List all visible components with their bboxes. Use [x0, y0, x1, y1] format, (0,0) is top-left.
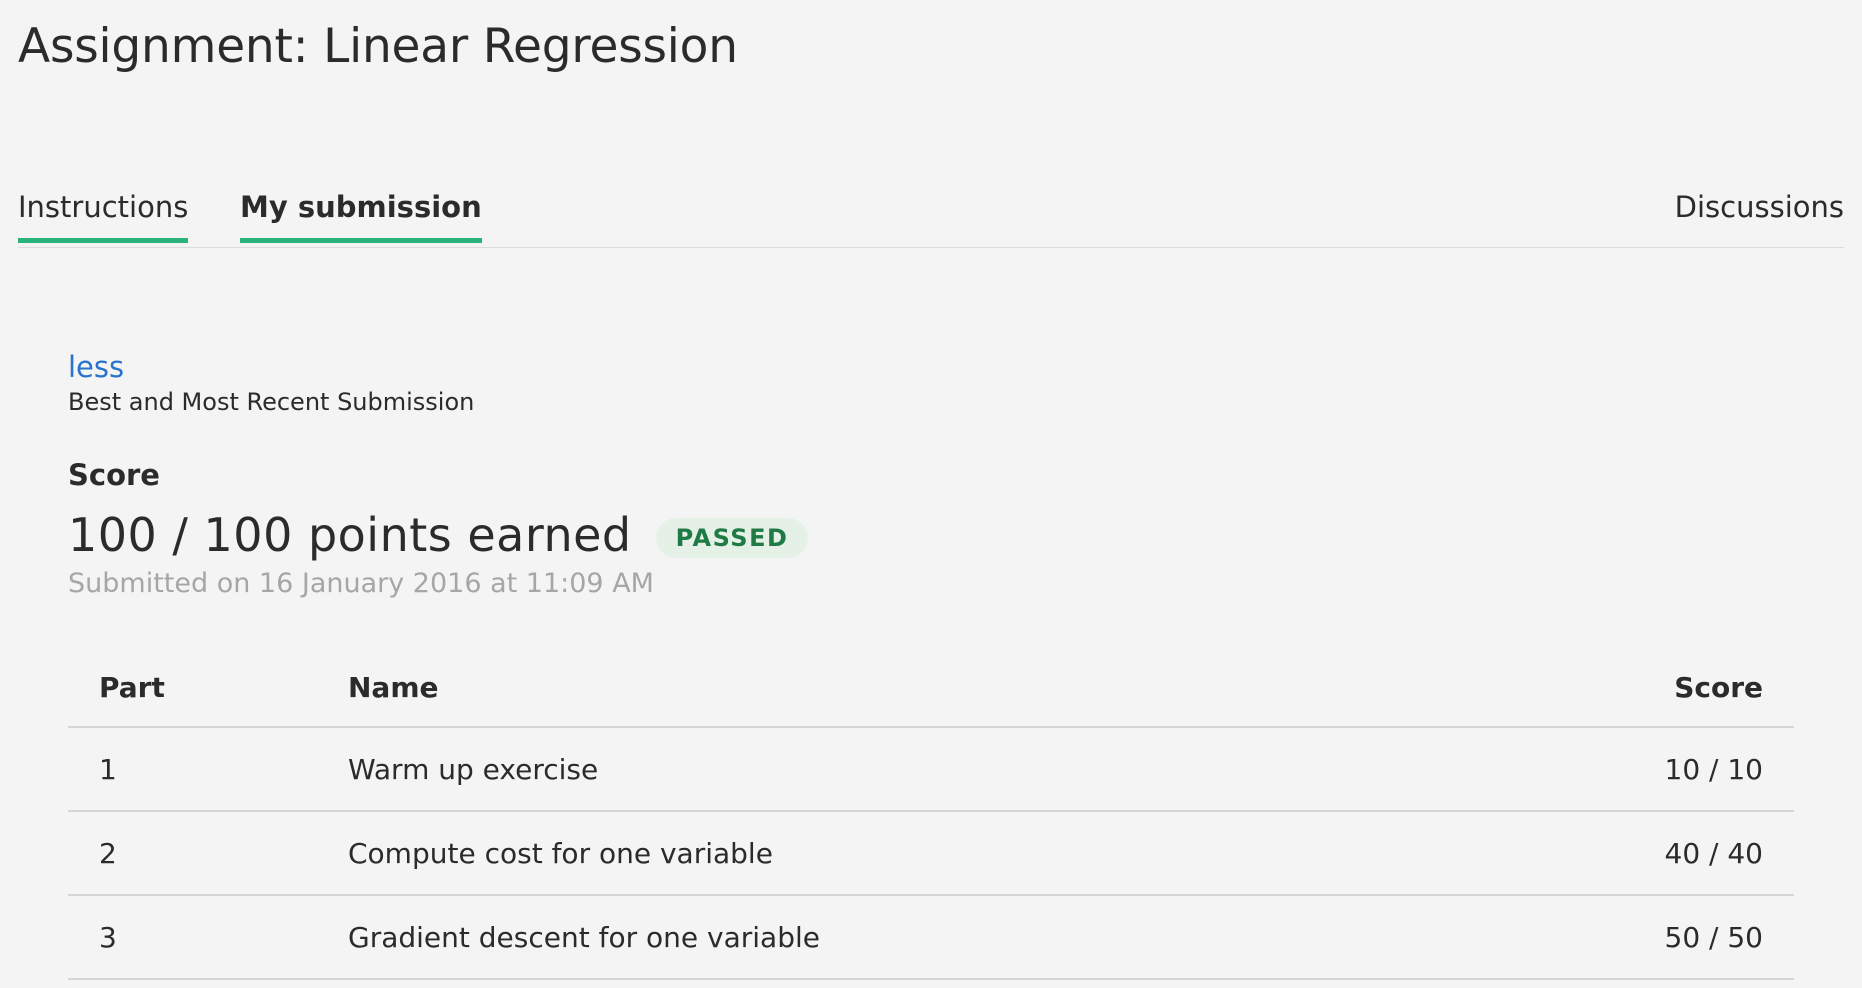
- score-heading: Score: [68, 458, 160, 492]
- part-score: 40 / 40: [1563, 811, 1794, 896]
- points-earned: 100 / 100 points earned: [68, 508, 632, 562]
- parts-table: Part Name Score 1 Warm up exercise 10 / …: [68, 648, 1794, 980]
- header-part: Part: [68, 648, 348, 728]
- points-line: 100 / 100 points earned PASSED: [68, 508, 809, 562]
- table-header-row: Part Name Score: [68, 648, 1794, 728]
- page-title: Assignment: Linear Regression: [18, 19, 738, 74]
- header-name: Name: [348, 648, 1563, 728]
- tab-my-submission[interactable]: My submission: [240, 190, 482, 243]
- tab-discussions[interactable]: Discussions: [1675, 190, 1844, 238]
- part-number: 2: [68, 811, 348, 896]
- table-row: 2 Compute cost for one variable 40 / 40: [68, 811, 1794, 896]
- part-number: 3: [68, 895, 348, 980]
- submitted-on-timestamp: Submitted on 16 January 2016 at 11:09 AM: [68, 568, 654, 599]
- part-name: Gradient descent for one variable: [348, 895, 1563, 980]
- submission-caption: Best and Most Recent Submission: [68, 388, 475, 416]
- header-score: Score: [1563, 648, 1794, 728]
- part-number: 1: [68, 727, 348, 812]
- tab-instructions[interactable]: Instructions: [18, 190, 189, 243]
- less-toggle-link[interactable]: less: [68, 350, 124, 384]
- table-row: 1 Warm up exercise 10 / 10: [68, 727, 1794, 812]
- part-score: 50 / 50: [1563, 895, 1794, 980]
- part-score: 10 / 10: [1563, 727, 1794, 812]
- status-badge: PASSED: [655, 518, 809, 558]
- tab-bar: Instructions My submission Discussions: [18, 190, 1844, 248]
- table-row: 3 Gradient descent for one variable 50 /…: [68, 895, 1794, 980]
- part-name: Compute cost for one variable: [348, 811, 1563, 896]
- part-name: Warm up exercise: [348, 727, 1563, 812]
